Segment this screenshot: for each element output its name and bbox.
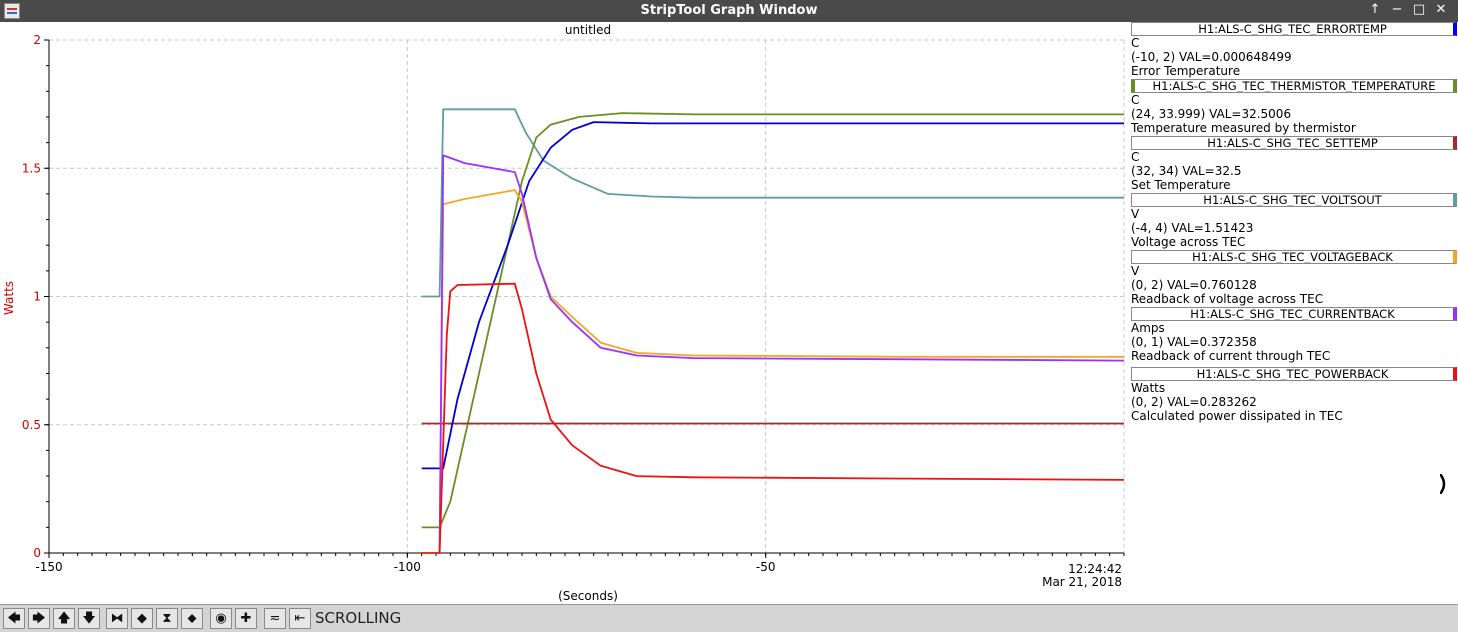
raise-icon[interactable]: ↑ (1364, 2, 1386, 17)
x-tick-label: -50 (756, 560, 776, 574)
legend-desc: Calculated power dissipated in TEC (1131, 409, 1343, 423)
reset-button[interactable]: ✚ (235, 608, 257, 629)
legend-desc: Set Temperature (1131, 178, 1231, 192)
legend-range: (24, 33.999) VAL=32.5006 (1131, 107, 1292, 121)
zoom-in-x-button[interactable]: ⧓ (106, 608, 128, 629)
time-label: 12:24:42 (1068, 562, 1122, 576)
legend-units: V (1131, 207, 1140, 221)
scrolling-status: SCROLLING (315, 609, 402, 627)
y-tick-label: 1 (33, 290, 41, 304)
legend-item-currentback: H1:ALS-C_SHG_TEC_CURRENTBACK Amps (0, 1)… (1131, 307, 1457, 363)
graph-title: untitled (565, 23, 611, 37)
legend-button[interactable]: H1:ALS-C_SHG_TEC_THERMISTOR_TEMPERATURE (1131, 79, 1457, 93)
legend-units: C (1131, 93, 1140, 107)
legend-units: Amps (1131, 321, 1165, 335)
legend-units: C (1131, 36, 1140, 50)
last-button[interactable]: ⇤ (289, 608, 311, 629)
legend-item-thermistor: H1:ALS-C_SHG_TEC_THERMISTOR_TEMPERATURE … (1131, 79, 1457, 135)
window-titlebar: StripTool Graph Window ↑ − □ ✕ (0, 0, 1458, 22)
legend-desc: Error Temperature (1131, 64, 1241, 78)
legend-desc: Readback of current through TEC (1131, 349, 1331, 363)
legend-desc: Voltage across TEC (1131, 235, 1246, 249)
legend-item-voltsout: H1:ALS-C_SHG_TEC_VOLTSOUT V (-4, 4) VAL=… (1131, 193, 1457, 249)
legend-button[interactable]: H1:ALS-C_SHG_TEC_VOLTSOUT (1131, 193, 1457, 207)
legend-range: (-4, 4) VAL=1.51423 (1131, 221, 1254, 235)
x-axis-label: (Seconds) (558, 589, 618, 603)
x-tick-label: -150 (35, 560, 62, 574)
y-tick-label: 0.5 (22, 418, 41, 432)
legend-item-settemp: H1:ALS-C_SHG_TEC_SETTEMP C (32, 34) VAL=… (1131, 136, 1457, 192)
legend-units: V (1131, 264, 1140, 278)
legend-desc: Readback of voltage across TEC (1131, 292, 1324, 306)
bottom-toolbar: 🡄 🡆 🡅 🡇 ⧓ ◆ ⧗ ⬥ ◉ ✚ ≂ ⇤ SCROLLING (0, 604, 1458, 632)
window-controls: ↑ − □ ✕ (1364, 2, 1452, 17)
zoom-in-y-button[interactable]: ⧗ (156, 608, 178, 629)
legend-desc: Temperature measured by thermistor (1131, 121, 1356, 135)
refresh-button[interactable]: ≂ (264, 608, 286, 629)
legend-units: C (1131, 150, 1140, 164)
legend-button[interactable]: H1:ALS-C_SHG_TEC_ERRORTEMP (1131, 22, 1457, 36)
graph-area[interactable]: 2 1.5 1 0.5 0 -150 -100 -50 untitled Watts (Sec… (0, 22, 1127, 604)
zoom-out-x-button[interactable]: ◆ (131, 608, 153, 629)
legend-button[interactable]: H1:ALS-C_SHG_TEC_VOLTAGEBACK (1131, 250, 1457, 264)
legend-range: (0, 1) VAL=0.372358 (1131, 335, 1257, 349)
window-title: StripTool Graph Window (640, 3, 818, 18)
date-label: Mar 21, 2018 (1042, 575, 1122, 589)
legend-item-powerback: H1:ALS-C_SHG_TEC_POWERBACK Watts (0, 2) … (1131, 367, 1457, 423)
maximize-icon[interactable]: □ (1408, 2, 1430, 17)
x-tick-label: -100 (394, 560, 421, 574)
auto-scale-button[interactable]: ◉ (210, 608, 232, 629)
legend-item-errortemp: H1:ALS-C_SHG_TEC_ERRORTEMP C (-10, 2) VA… (1131, 22, 1457, 78)
zoom-out-y-button[interactable]: ⬥ (181, 608, 203, 629)
minimize-icon[interactable]: − (1386, 2, 1408, 17)
close-icon[interactable]: ✕ (1430, 2, 1452, 17)
legend-range: (32, 34) VAL=32.5 (1131, 164, 1242, 178)
pan-right-button[interactable]: 🡆 (28, 608, 50, 629)
y-tick-label: 2 (33, 33, 41, 47)
legend-item-voltageback: H1:ALS-C_SHG_TEC_VOLTAGEBACK V (0, 2) VA… (1131, 250, 1457, 306)
legend-button[interactable]: H1:ALS-C_SHG_TEC_POWERBACK (1131, 367, 1457, 381)
y-axis-label: Watts (2, 281, 16, 315)
legend-range: (-10, 2) VAL=0.000648499 (1131, 50, 1292, 64)
legend-range: (0, 2) VAL=0.760128 (1131, 278, 1257, 292)
resize-handle-icon[interactable] (1440, 474, 1448, 494)
legend-button[interactable]: H1:ALS-C_SHG_TEC_SETTEMP (1131, 136, 1457, 150)
pan-up-button[interactable]: 🡅 (53, 608, 75, 629)
legend-panel: H1:ALS-C_SHG_TEC_ERRORTEMP C (-10, 2) VA… (1127, 22, 1458, 604)
pan-down-button[interactable]: 🡇 (78, 608, 100, 629)
strip-chart[interactable]: 2 1.5 1 0.5 0-150 -100 -50 untitled Watts (Sec… (0, 22, 1127, 604)
pan-left-button[interactable]: 🡄 (3, 608, 25, 629)
legend-button[interactable]: H1:ALS-C_SHG_TEC_CURRENTBACK (1131, 307, 1457, 321)
y-tick-label: 0 (33, 546, 41, 560)
legend-units: Watts (1131, 381, 1166, 395)
y-tick-label: 1.5 (22, 161, 41, 175)
legend-range: (0, 2) VAL=0.283262 (1131, 395, 1257, 409)
